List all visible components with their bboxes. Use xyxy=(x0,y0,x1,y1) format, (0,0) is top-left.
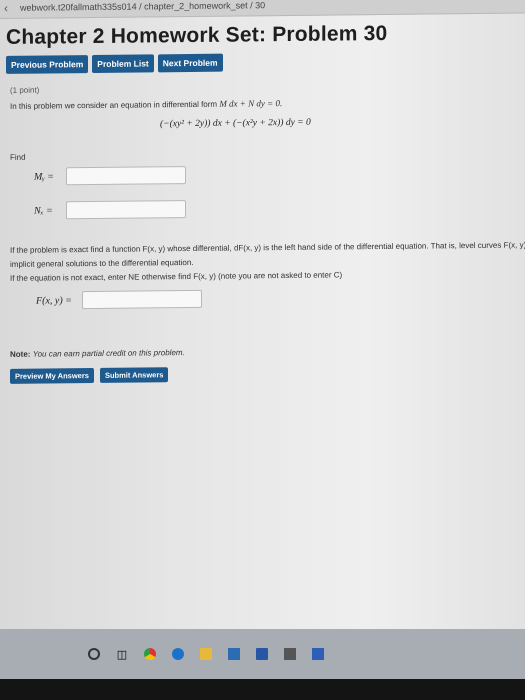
nx-answer-input[interactable] xyxy=(66,200,186,220)
store-icon[interactable] xyxy=(228,648,240,660)
file-explorer-icon[interactable] xyxy=(200,648,212,660)
problem-nav: Previous Problem Problem List Next Probl… xyxy=(6,51,518,74)
f-answer-input[interactable] xyxy=(82,289,202,310)
nx-label: Nₓ = xyxy=(34,204,53,217)
nx-answer-row: Nₓ = xyxy=(34,197,518,220)
answer-actions: Preview My Answers Submit Answers xyxy=(10,364,518,384)
edge-icon[interactable] xyxy=(172,648,184,660)
page-content: Chapter 2 Homework Set: Problem 30 Previ… xyxy=(6,17,525,384)
my-label: Mᵧ = xyxy=(34,170,54,183)
laptop-bezel xyxy=(0,679,525,700)
start-icon[interactable] xyxy=(88,648,100,660)
my-answer-row: Mᵧ = xyxy=(34,163,518,186)
url-text[interactable]: webwork.t20fallmath335s014 / chapter_2_h… xyxy=(20,0,265,13)
problem-body: (1 point) In this problem we consider an… xyxy=(10,81,525,384)
word-icon[interactable] xyxy=(256,648,268,660)
problem-description: If the problem is exact find a function … xyxy=(10,240,525,284)
browser-address-bar: ‹ webwork.t20fallmath335s014 / chapter_2… xyxy=(0,0,525,19)
photo-background: ‹ webwork.t20fallmath335s014 / chapter_2… xyxy=(0,0,525,700)
previous-problem-button[interactable]: Previous Problem xyxy=(6,55,89,74)
intro-line: In this problem we consider an equation … xyxy=(10,96,518,111)
f-answer-row: F(x, y) = xyxy=(36,287,518,310)
calculator-icon[interactable] xyxy=(284,648,296,660)
taskbar: ◫ xyxy=(0,629,525,679)
intro-text: In this problem we consider an equation … xyxy=(10,99,218,111)
differential-equation: (−(xy² + 2y)) dx + (−(x²y + 2x)) dy = 0 xyxy=(160,117,311,130)
f-label: F(x, y) = xyxy=(36,294,72,307)
find-label: Find xyxy=(10,152,26,162)
page-title: Chapter 2 Homework Set: Problem 30 xyxy=(6,21,388,49)
intro-math: M dx + N dy = 0. xyxy=(219,98,283,109)
my-answer-input[interactable] xyxy=(66,166,186,186)
laptop-screen: ‹ webwork.t20fallmath335s014 / chapter_2… xyxy=(0,0,525,700)
next-problem-button[interactable]: Next Problem xyxy=(157,53,223,73)
problem-list-button[interactable]: Problem List xyxy=(92,54,154,74)
preview-answers-button[interactable]: Preview My Answers xyxy=(10,368,94,384)
desc-line-3: If the equation is not exact, enter NE o… xyxy=(10,270,343,283)
note-label: Note: xyxy=(10,349,31,359)
task-view-icon[interactable]: ◫ xyxy=(116,648,128,661)
submit-answers-button[interactable]: Submit Answers xyxy=(99,367,169,383)
app-icon[interactable] xyxy=(312,648,324,660)
note-text: You can earn partial credit on this prob… xyxy=(32,348,185,359)
desc-line-2: implicit general solutions to the differ… xyxy=(10,257,194,269)
note: Note: You can earn partial credit on thi… xyxy=(10,345,518,359)
back-arrow-icon[interactable]: ‹ xyxy=(4,1,8,15)
chrome-icon[interactable] xyxy=(144,648,156,660)
desc-line-1: If the problem is exact find a function … xyxy=(10,240,525,255)
points-label: (1 point) xyxy=(10,85,40,95)
